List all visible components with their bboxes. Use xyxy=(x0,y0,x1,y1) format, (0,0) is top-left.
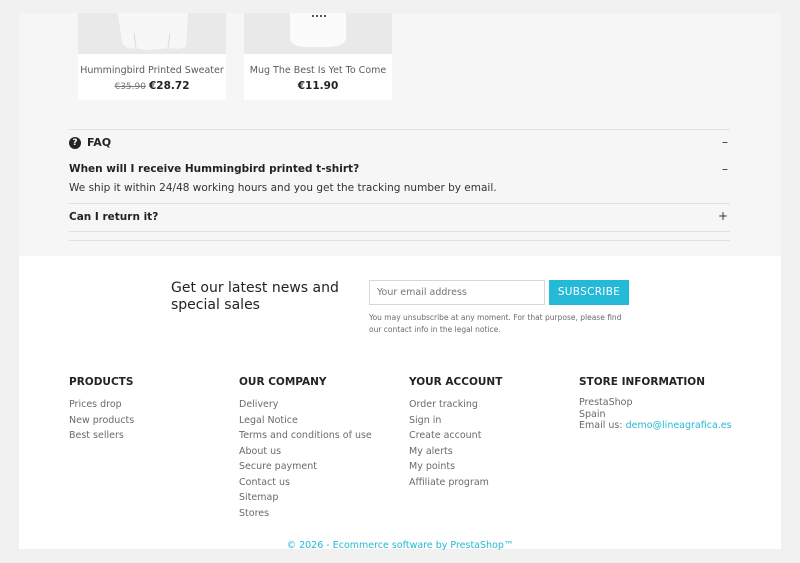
footer-store-info: STORE INFORMATION PrestaShop Spain Email… xyxy=(579,376,732,432)
newsletter-email-input[interactable] xyxy=(369,280,545,305)
faq-question-1-toggle[interactable]: – xyxy=(722,162,728,176)
faq-question-1[interactable]: When will I receive Hummingbird printed … xyxy=(69,163,359,175)
product-image-sweater[interactable] xyxy=(78,13,226,54)
footer-products-title: PRODUCTS xyxy=(69,376,134,388)
footer-link-prices-drop[interactable]: Prices drop xyxy=(69,397,134,413)
footer-company: OUR COMPANY Delivery Legal Notice Terms … xyxy=(239,376,372,521)
footer-link-order-tracking[interactable]: Order tracking xyxy=(409,397,502,413)
footer-link-secure-payment[interactable]: Secure payment xyxy=(239,459,372,475)
product-name[interactable]: Mug The Best Is Yet To Come xyxy=(244,65,392,76)
store-email-link[interactable]: demo@lineagrafica.es xyxy=(626,420,732,431)
footer-products: PRODUCTS Prices drop New products Best s… xyxy=(69,376,134,444)
store-email-label: Email us: xyxy=(579,420,623,431)
footer-link-contact-us[interactable]: Contact us xyxy=(239,475,372,491)
divider xyxy=(69,240,730,241)
product-image-mug[interactable] xyxy=(244,13,392,54)
footer-link-sitemap[interactable]: Sitemap xyxy=(239,490,372,506)
faq-header[interactable]: ? FAQ xyxy=(69,136,111,149)
footer-store-title: STORE INFORMATION xyxy=(579,376,705,388)
faq-collapse-toggle[interactable]: – xyxy=(722,135,728,149)
footer-link-delivery[interactable]: Delivery xyxy=(239,397,372,413)
store-email-line: Email us: demo@lineagrafica.es xyxy=(579,420,732,432)
footer-company-title: OUR COMPANY xyxy=(239,376,327,388)
footer-link-my-alerts[interactable]: My alerts xyxy=(409,444,502,460)
sale-price: €28.72 xyxy=(148,80,190,92)
divider xyxy=(69,203,730,204)
footer-link-best-sellers[interactable]: Best sellers xyxy=(69,428,134,444)
subscribe-button[interactable]: SUBSCRIBE xyxy=(549,280,629,305)
footer-account-title: YOUR ACCOUNT xyxy=(409,376,503,388)
product-faq-section: Hummingbird Printed Sweater €35.90 €28.72… xyxy=(19,13,781,256)
footer-account: YOUR ACCOUNT Order tracking Sign in Crea… xyxy=(409,376,502,490)
product-card-sweater[interactable]: Hummingbird Printed Sweater €35.90 €28.72 xyxy=(78,13,226,100)
store-name: PrestaShop xyxy=(579,397,633,408)
product-price: €11.90 xyxy=(297,80,339,92)
page: Hummingbird Printed Sweater €35.90 €28.72… xyxy=(19,13,781,551)
product-name[interactable]: Hummingbird Printed Sweater xyxy=(78,65,226,76)
footer-link-terms[interactable]: Terms and conditions of use xyxy=(239,428,372,444)
newsletter-title: Get our latest news and special sales xyxy=(171,280,339,313)
footer-link-stores[interactable]: Stores xyxy=(239,506,372,522)
copyright-link[interactable]: © 2026 - Ecommerce software by PrestaSho… xyxy=(19,540,781,551)
footer-link-affiliate-program[interactable]: Affiliate program xyxy=(409,475,502,491)
footer-link-create-account[interactable]: Create account xyxy=(409,428,502,444)
footer: Get our latest news and special sales SU… xyxy=(19,256,781,551)
faq-title: FAQ xyxy=(87,136,112,149)
store-country: Spain xyxy=(579,408,606,420)
regular-price: €35.90 xyxy=(114,82,146,92)
footer-link-about-us[interactable]: About us xyxy=(239,444,372,460)
product-prices: €35.90 €28.72 xyxy=(78,80,226,92)
question-icon: ? xyxy=(69,136,81,149)
footer-link-legal-notice[interactable]: Legal Notice xyxy=(239,413,372,429)
footer-link-my-points[interactable]: My points xyxy=(409,459,502,475)
faq-question-2-toggle[interactable]: + xyxy=(718,209,728,223)
faq-question-2[interactable]: Can I return it? xyxy=(69,211,158,223)
faq-answer-1: We ship it within 24/48 working hours an… xyxy=(69,182,497,194)
footer-link-sign-in[interactable]: Sign in xyxy=(409,413,502,429)
product-card-mug[interactable]: Mug The Best Is Yet To Come €11.90 xyxy=(244,13,392,100)
divider xyxy=(69,129,730,130)
product-prices: €11.90 xyxy=(244,80,392,92)
newsletter-note: You may unsubscribe at any moment. For t… xyxy=(369,313,622,334)
divider xyxy=(69,231,730,232)
footer-link-new-products[interactable]: New products xyxy=(69,413,134,429)
